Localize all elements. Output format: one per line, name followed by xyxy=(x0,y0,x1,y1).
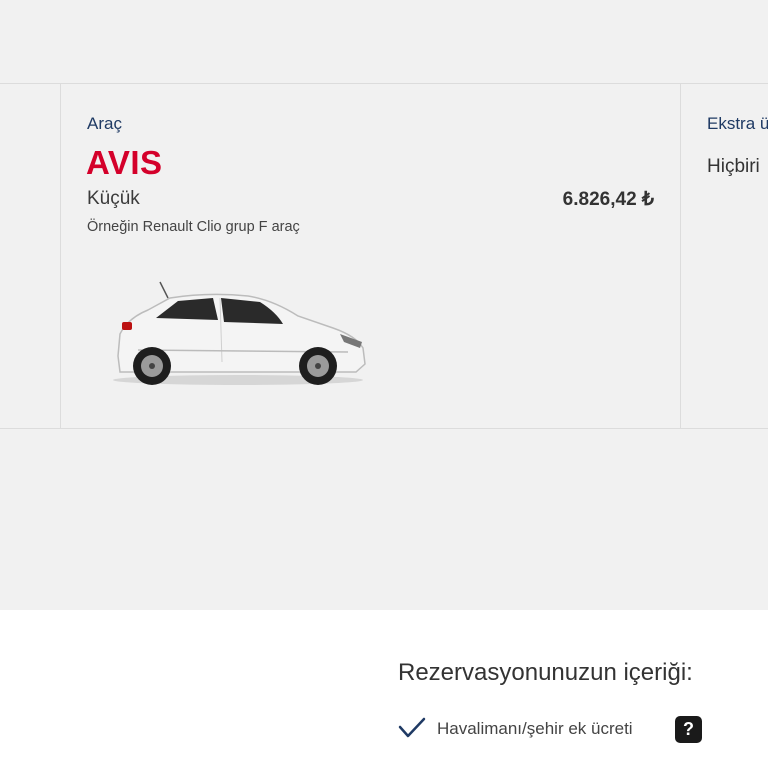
extras-section-label: Ekstra ü xyxy=(707,114,768,133)
avis-logo: AVIS xyxy=(86,144,163,181)
car-example-text: Örneğin Renault Clio grup F araç xyxy=(87,219,300,235)
panel-top-divider xyxy=(0,83,768,84)
column-divider-left xyxy=(60,83,61,429)
extras-value: Hiçbiri xyxy=(707,156,760,177)
car-class: Küçük xyxy=(87,188,140,209)
help-icon[interactable]: ? xyxy=(675,716,702,743)
car-image xyxy=(113,281,366,385)
panel-bottom-divider xyxy=(0,428,768,429)
airport-fee-label: Havalimanı/şehir ek ücreti xyxy=(437,719,633,738)
reservation-summary-title: Rezervasyonunuzun içeriği: xyxy=(398,659,693,686)
vehicle-price: 6.826,42 ₺ xyxy=(562,189,654,210)
check-icon xyxy=(398,717,426,738)
column-divider-right xyxy=(680,83,681,429)
vehicle-section-label: Araç xyxy=(87,114,122,133)
